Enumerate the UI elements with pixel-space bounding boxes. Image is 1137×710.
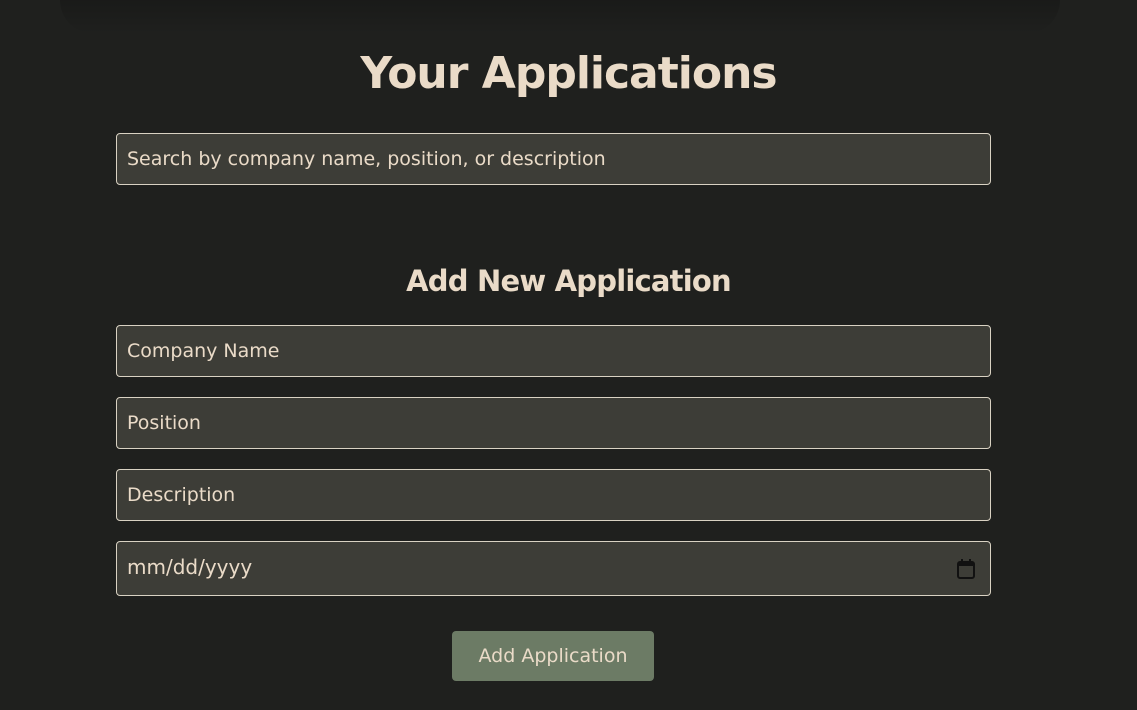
add-application-heading: Add New Application — [406, 264, 731, 298]
add-application-button[interactable]: Add Application — [452, 631, 654, 681]
top-shadow — [60, 0, 1060, 34]
page-title: Your Applications — [360, 48, 777, 99]
company-name-input[interactable] — [116, 325, 991, 377]
search-input[interactable] — [116, 133, 991, 185]
date-placeholder: mm/dd/yyyy — [127, 555, 253, 579]
date-input[interactable]: mm/dd/yyyy — [116, 541, 991, 596]
position-input[interactable] — [116, 397, 991, 449]
description-input[interactable] — [116, 469, 991, 521]
calendar-icon[interactable] — [957, 559, 975, 579]
applications-page: Your Applications Add New Application mm… — [0, 0, 1137, 710]
